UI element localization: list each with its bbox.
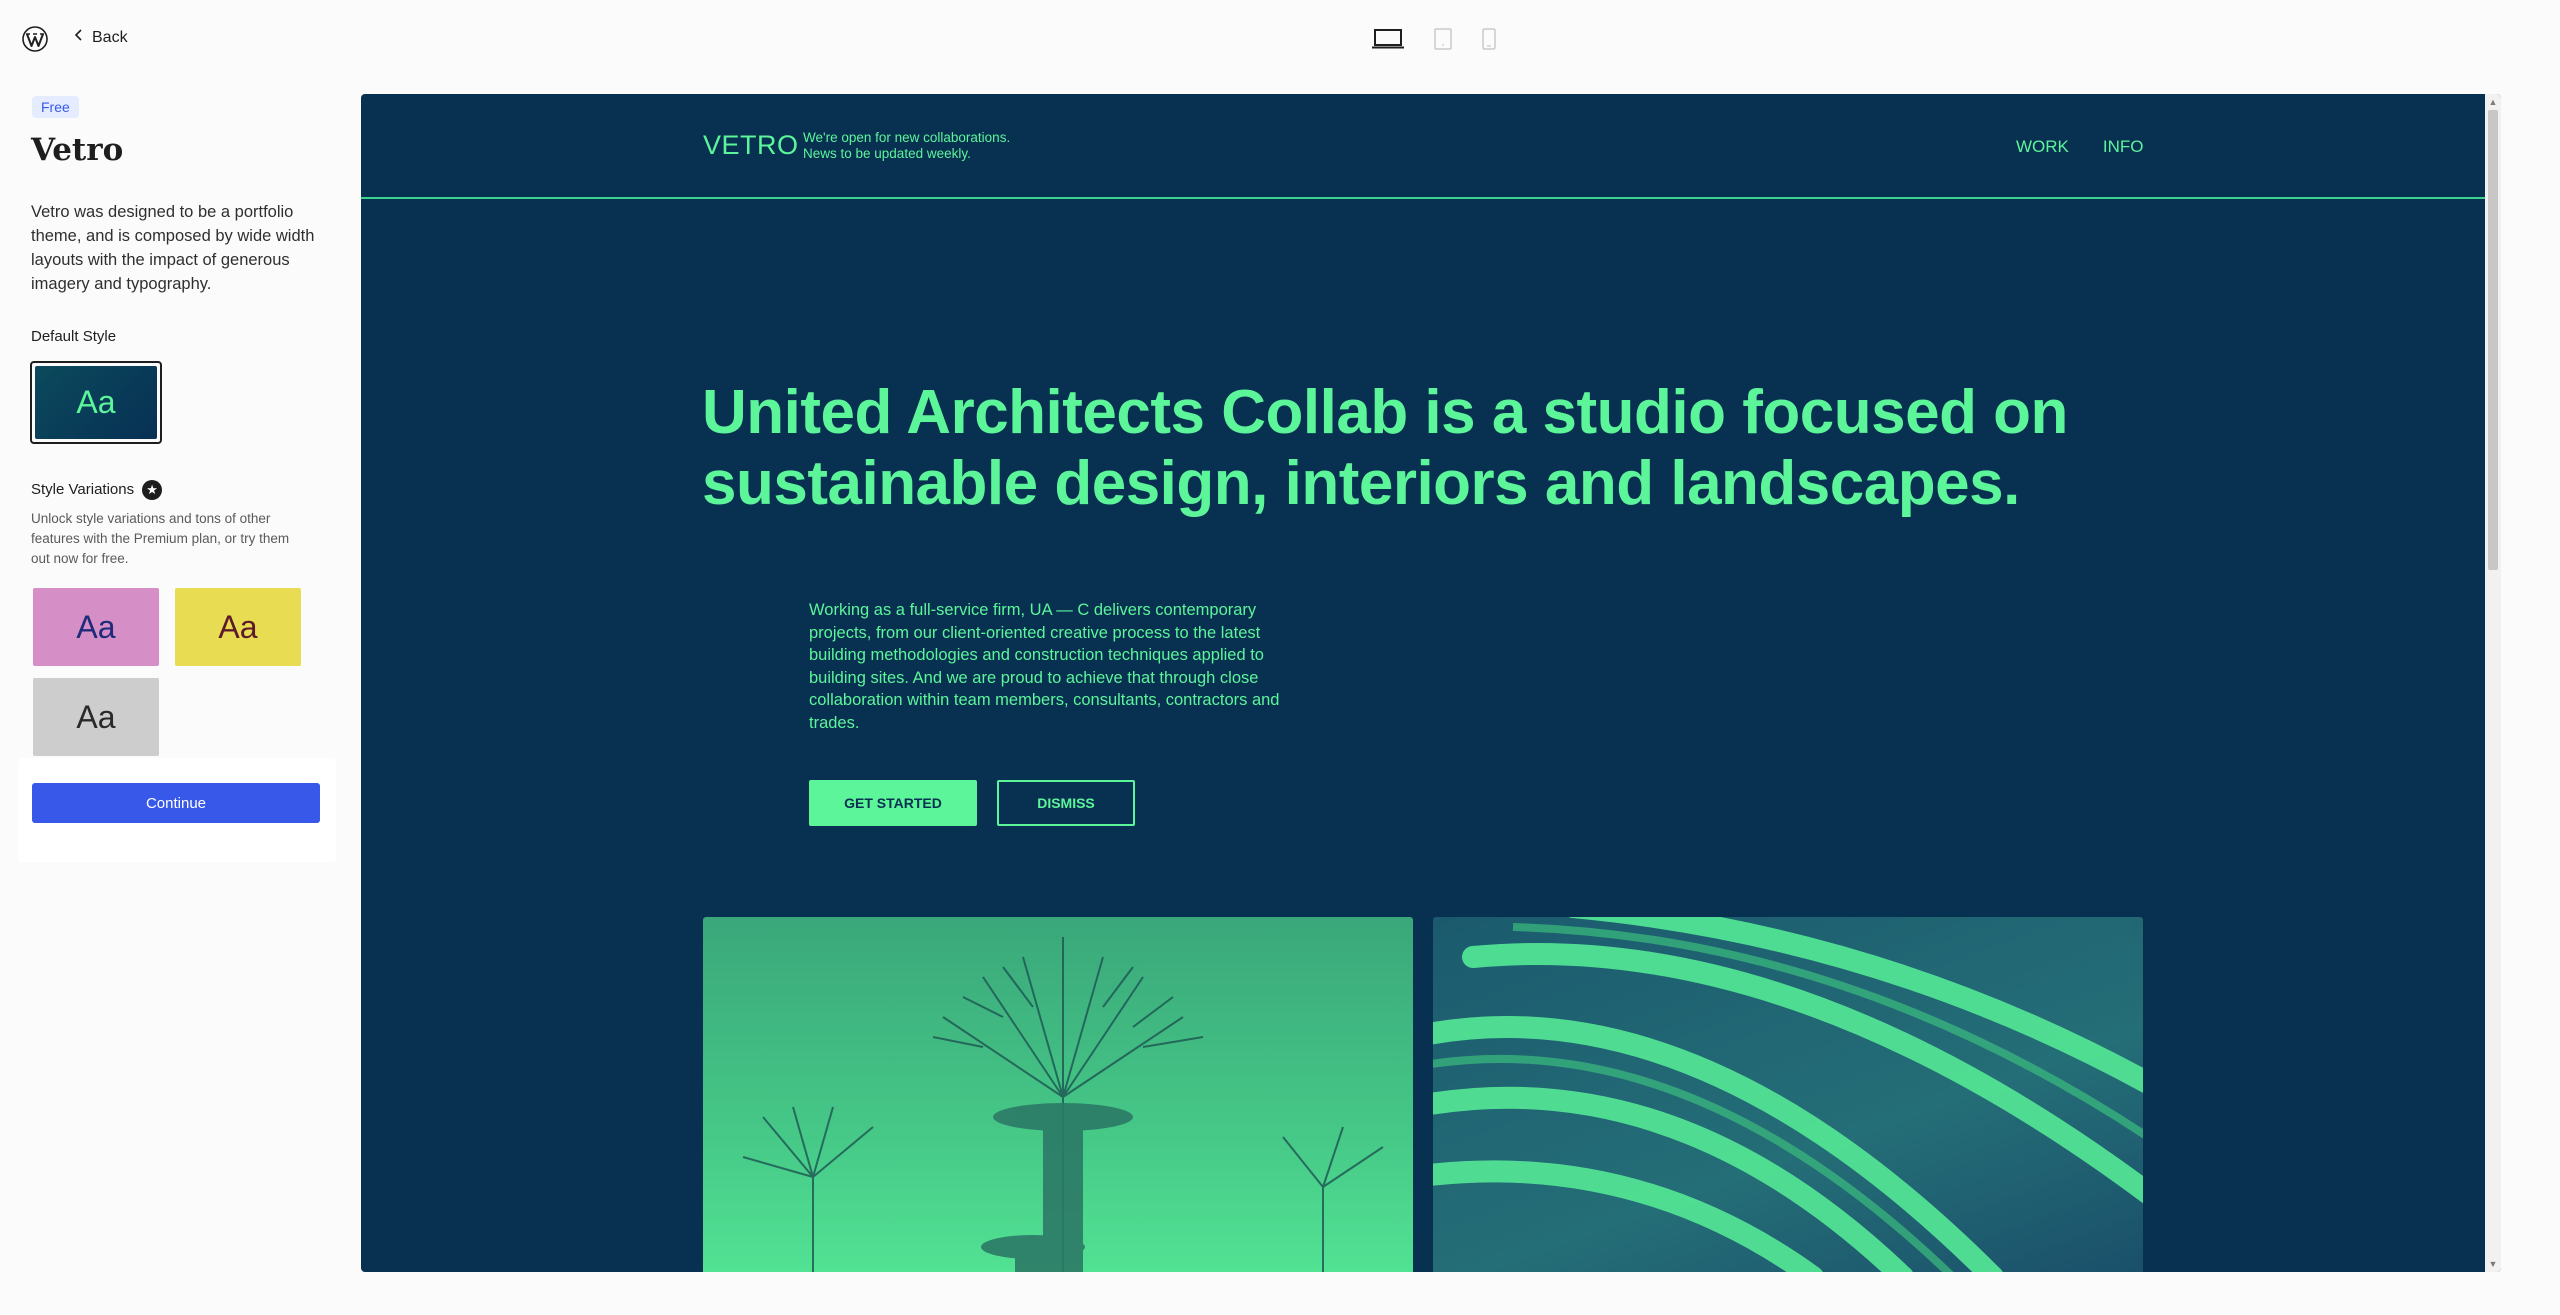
hero-line: sustainable design, interiors and landsc… <box>702 449 2020 518</box>
default-style-preview: Aa <box>35 366 157 439</box>
device-preview-switcher <box>1372 28 1496 50</box>
back-label: Back <box>92 28 128 46</box>
style-variations-header: Style Variations ★ <box>31 480 163 500</box>
nav-item-info[interactable]: INFO <box>2103 137 2144 157</box>
theme-preview[interactable]: VETRO We're open for new collaborations.… <box>361 94 2501 1272</box>
style-variation-pink[interactable]: Aa <box>33 588 159 666</box>
get-started-button[interactable]: GET STARTED <box>809 780 977 826</box>
preview-intro-text: Working as a full-service firm, UA — C d… <box>809 601 1280 732</box>
chevron-left-icon <box>72 28 86 47</box>
preview-site-title[interactable]: VETRO <box>703 130 799 161</box>
continue-panel: Continue <box>18 758 336 862</box>
preview-tagline: We're open for new collaborations. News … <box>803 130 1010 162</box>
dismiss-button[interactable]: DISMISS <box>997 780 1135 826</box>
scroll-down-icon[interactable]: ▼ <box>2488 1259 2498 1269</box>
tagline-line: We're open for new collaborations. <box>803 130 1011 145</box>
wordpress-logo-icon[interactable] <box>22 26 48 52</box>
hero-line: United Architects Collab is a studio foc… <box>702 378 2068 447</box>
scroll-thumb[interactable] <box>2488 110 2498 570</box>
preview-image-architecture <box>1433 917 2143 1272</box>
swatch-text: Aa <box>76 384 116 420</box>
style-variations-label: Style Variations <box>31 480 135 498</box>
preview-nav: WORK INFO <box>2016 137 2144 157</box>
theme-title: Vetro <box>31 132 124 168</box>
default-style-label: Default Style <box>31 328 117 345</box>
style-variation-yellow[interactable]: Aa <box>175 588 301 666</box>
star-icon: ★ <box>142 480 163 500</box>
style-variations-note: Unlock style variations and tons of othe… <box>31 511 290 566</box>
swatch-text: Aa <box>76 698 116 735</box>
preview-header: VETRO We're open for new collaborations.… <box>361 94 2485 199</box>
preview-scrollbar[interactable]: ▲ ▼ <box>2485 94 2501 1272</box>
tagline-line: News to be updated weekly. <box>803 146 971 161</box>
scroll-up-icon[interactable]: ▲ <box>2488 97 2498 107</box>
swatch-text: Aa <box>76 608 116 645</box>
nav-item-work[interactable]: WORK <box>2016 137 2069 157</box>
plan-badge: Free <box>32 96 79 118</box>
swatch-text: Aa <box>218 608 258 645</box>
style-variation-gray[interactable]: Aa <box>33 678 159 756</box>
back-button[interactable]: Back <box>72 28 128 47</box>
default-style-swatch[interactable]: Aa <box>30 361 162 444</box>
desktop-icon[interactable] <box>1372 28 1404 50</box>
mobile-icon[interactable] <box>1482 28 1496 50</box>
theme-description: Vetro was designed to be a portfolio the… <box>31 203 315 293</box>
continue-button[interactable]: Continue <box>32 783 320 823</box>
preview-hero-heading: United Architects Collab is a studio foc… <box>702 377 2142 519</box>
tablet-icon[interactable] <box>1434 28 1452 50</box>
preview-image-supertrees <box>703 917 1413 1272</box>
